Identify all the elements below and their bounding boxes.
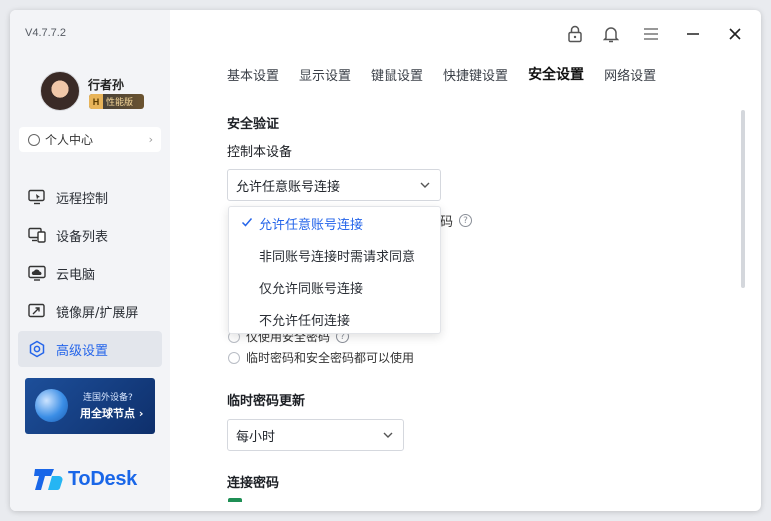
username: 行者孙	[88, 78, 125, 92]
dropdown-option-any-account[interactable]: 允许任意账号连接	[229, 207, 440, 239]
sidebar-item-label: 高级设置	[56, 343, 109, 359]
personal-center-label: 个人中心	[45, 133, 94, 147]
badge-letter: H	[89, 94, 103, 109]
control-device-label: 控制本设备	[227, 145, 293, 160]
badge-text: 性能版	[106, 98, 134, 108]
sidebar-item-mirror-screen[interactable]: 镜像屏/扩展屏	[18, 293, 162, 329]
remote-control-icon	[27, 188, 47, 206]
chevron-down-icon	[419, 179, 431, 195]
todesk-logo-icon	[34, 466, 63, 492]
tab-network[interactable]: 网络设置	[604, 65, 656, 84]
membership-badge[interactable]: H 性能版	[89, 94, 144, 109]
checkmark-icon	[241, 216, 253, 232]
partially-hidden-suffix: 码	[440, 215, 454, 230]
tab-shortcuts[interactable]: 快捷键设置	[443, 65, 508, 84]
chevron-down-icon	[382, 429, 394, 445]
control-device-value: 允许任意账号连接	[236, 179, 341, 195]
sidebar-item-advanced-settings[interactable]: 高级设置	[18, 331, 162, 367]
radio-circle	[228, 351, 240, 364]
control-device-select[interactable]: 允许任意账号连接	[227, 169, 441, 201]
sidebar-item-label: 镜像屏/扩展屏	[56, 305, 139, 321]
option-label: 允许任意账号连接	[259, 217, 364, 233]
brand-name: ToDesk	[68, 467, 137, 490]
title-bar-actions	[560, 20, 761, 48]
tab-keyboard-mouse[interactable]: 键鼠设置	[371, 65, 423, 84]
personal-center-button[interactable]: 个人中心 ›	[19, 127, 161, 152]
help-icon[interactable]: ?	[459, 214, 473, 227]
sidebar-item-device-list[interactable]: 设备列表	[18, 217, 162, 253]
close-icon[interactable]	[720, 20, 750, 48]
sidebar-item-label: 云电脑	[56, 267, 96, 283]
tab-display[interactable]: 显示设置	[299, 65, 351, 84]
avatar[interactable]	[40, 71, 80, 111]
connect-password-checkbox[interactable]	[228, 498, 242, 502]
sidebar-item-cloud-pc[interactable]: 云电脑	[18, 255, 162, 291]
global-node-promo-banner[interactable]: 连国外设备? 用全球节点 ›	[25, 378, 155, 434]
menu-icon[interactable]	[636, 20, 666, 48]
minimize-icon[interactable]	[678, 20, 708, 48]
section-title-security-verification: 安全验证	[227, 117, 280, 132]
scrollbar[interactable]	[741, 110, 745, 288]
todesk-logo: ToDesk	[34, 466, 137, 492]
temp-password-update-value: 每小时	[236, 429, 276, 445]
radio-label: 临时密码和安全密码都可以使用	[246, 351, 415, 365]
promo-line-1: 连国外设备?	[83, 393, 133, 403]
app-window: V4.7.7.2 行者孙 H 性能版 个人中心 › 远程控制 设备列表 云电脑 …	[10, 10, 761, 511]
sidebar-item-label: 设备列表	[56, 229, 109, 245]
device-list-icon	[27, 226, 47, 244]
tab-security[interactable]: 安全设置	[528, 64, 584, 84]
globe-icon	[35, 389, 68, 422]
section-title-connect-password: 连接密码	[227, 476, 280, 491]
cloud-pc-icon	[27, 264, 47, 282]
partially-hidden-option: 码 ?	[440, 211, 473, 230]
lock-icon[interactable]	[560, 20, 590, 48]
option-label: 非同账号连接时需请求同意	[259, 249, 416, 265]
sidebar: V4.7.7.2 行者孙 H 性能版 个人中心 › 远程控制 设备列表 云电脑 …	[10, 10, 170, 511]
sidebar-item-label: 远程控制	[56, 191, 109, 207]
advanced-settings-icon	[27, 340, 47, 358]
option-label: 不允许任何连接	[259, 313, 351, 329]
control-device-dropdown: 允许任意账号连接 非同账号连接时需请求同意 仅允许同账号连接 不允许任何连接	[228, 206, 441, 334]
section-title-temp-password: 临时密码更新	[227, 394, 306, 409]
version-label: V4.7.7.2	[25, 27, 66, 39]
settings-tabs: 基本设置 显示设置 键鼠设置 快捷键设置 安全设置 网络设置	[227, 65, 676, 84]
dropdown-option-no-connection[interactable]: 不允许任何连接	[229, 303, 440, 335]
radio-both-passwords[interactable]: 临时密码和安全密码都可以使用	[228, 349, 414, 366]
chevron-right-icon: ›	[148, 133, 153, 146]
option-label: 仅允许同账号连接	[259, 281, 364, 297]
user-icon	[28, 133, 40, 146]
mirror-screen-icon	[27, 302, 47, 320]
dropdown-option-request-consent[interactable]: 非同账号连接时需请求同意	[229, 239, 440, 271]
bell-icon[interactable]	[596, 20, 626, 48]
tab-basic[interactable]: 基本设置	[227, 65, 279, 84]
promo-line-2: 用全球节点 ›	[80, 407, 144, 420]
sidebar-item-remote-control[interactable]: 远程控制	[18, 179, 162, 215]
temp-password-update-select[interactable]: 每小时	[227, 419, 404, 451]
dropdown-option-same-account-only[interactable]: 仅允许同账号连接	[229, 271, 440, 303]
